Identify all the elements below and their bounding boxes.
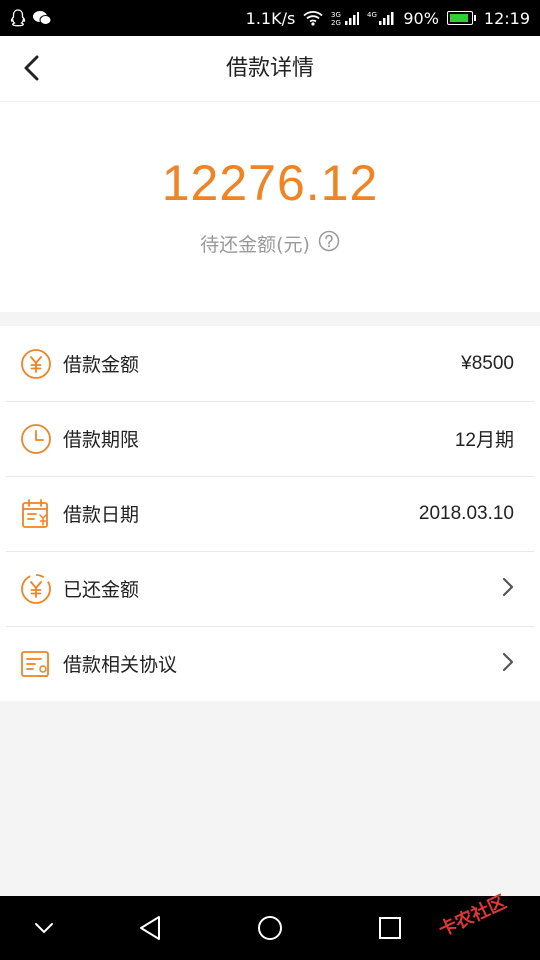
svg-text:3G: 3G (331, 11, 341, 19)
help-icon[interactable] (318, 230, 340, 257)
signal-3g-icon: 3G 2G (331, 10, 360, 26)
loan-date-row: 借款日期 2018.03.10 (0, 476, 540, 551)
clock-icon (20, 423, 52, 455)
system-recents-button[interactable] (374, 912, 406, 944)
chevron-down-icon (35, 923, 53, 934)
circle-home-icon (258, 916, 282, 940)
wechat-icon (32, 10, 52, 26)
navigation-bar: 借款详情 (0, 36, 540, 102)
loan-term-row: 借款期限 12月期 (0, 401, 540, 476)
repaid-amount-label: 已还金额 (63, 579, 140, 601)
network-speed: 1.1K/s (245, 8, 296, 28)
loan-term-value: 12月期 (454, 430, 514, 451)
qq-icon (10, 9, 26, 27)
svg-text:4G: 4G (367, 11, 377, 19)
loan-date-value: 2018.03.10 (418, 502, 514, 524)
page-title: 借款详情 (225, 56, 314, 81)
loan-agreements-row[interactable]: 借款相关协议 (0, 626, 540, 701)
yuan-circle-icon (20, 348, 52, 380)
outstanding-amount: 12276.12 (161, 155, 379, 211)
calendar-yuan-icon (20, 498, 52, 530)
loan-amount-row: 借款金额 ¥8500 (0, 326, 540, 401)
loan-date-label: 借款日期 (63, 504, 140, 526)
chevron-left-icon (24, 55, 39, 81)
chevron-right-icon (502, 577, 514, 601)
loan-agreements-label: 借款相关协议 (63, 654, 178, 676)
outstanding-amount-label: 待还金额(元) (200, 234, 310, 256)
status-bar: 1.1K/s 3G 2G 4G 90% 12:19 (0, 0, 540, 36)
system-back-button[interactable] (134, 912, 166, 944)
outstanding-amount-label-row: 待还金额(元) (0, 230, 540, 257)
loan-term-label: 借款期限 (63, 429, 140, 451)
signal-4g-icon: 4G (367, 10, 395, 26)
loan-details-list: 借款金额 ¥8500 借款期限 12月期 借款日期 2018.03.10 已还金… (0, 326, 540, 701)
amount-summary-card: 12276.12 待还金额(元) (0, 102, 540, 312)
system-home-button[interactable] (254, 912, 286, 944)
chevron-right-icon (502, 652, 514, 676)
battery-icon (446, 11, 476, 25)
repaid-amount-row[interactable]: 已还金额 (0, 551, 540, 626)
yuan-dashed-circle-icon (20, 573, 52, 605)
svg-text:2G: 2G (331, 19, 341, 26)
square-recents-icon (379, 917, 401, 939)
loan-amount-label: 借款金额 (63, 354, 140, 376)
battery-percent: 90% (403, 8, 439, 28)
wifi-icon (303, 10, 323, 26)
triangle-back-icon (140, 916, 160, 940)
clock-time: 12:19 (483, 8, 530, 28)
hide-keyboard-button[interactable] (28, 912, 60, 944)
loan-amount-value: ¥8500 (461, 352, 514, 374)
back-button[interactable] (14, 50, 50, 86)
document-seal-icon (20, 648, 52, 680)
